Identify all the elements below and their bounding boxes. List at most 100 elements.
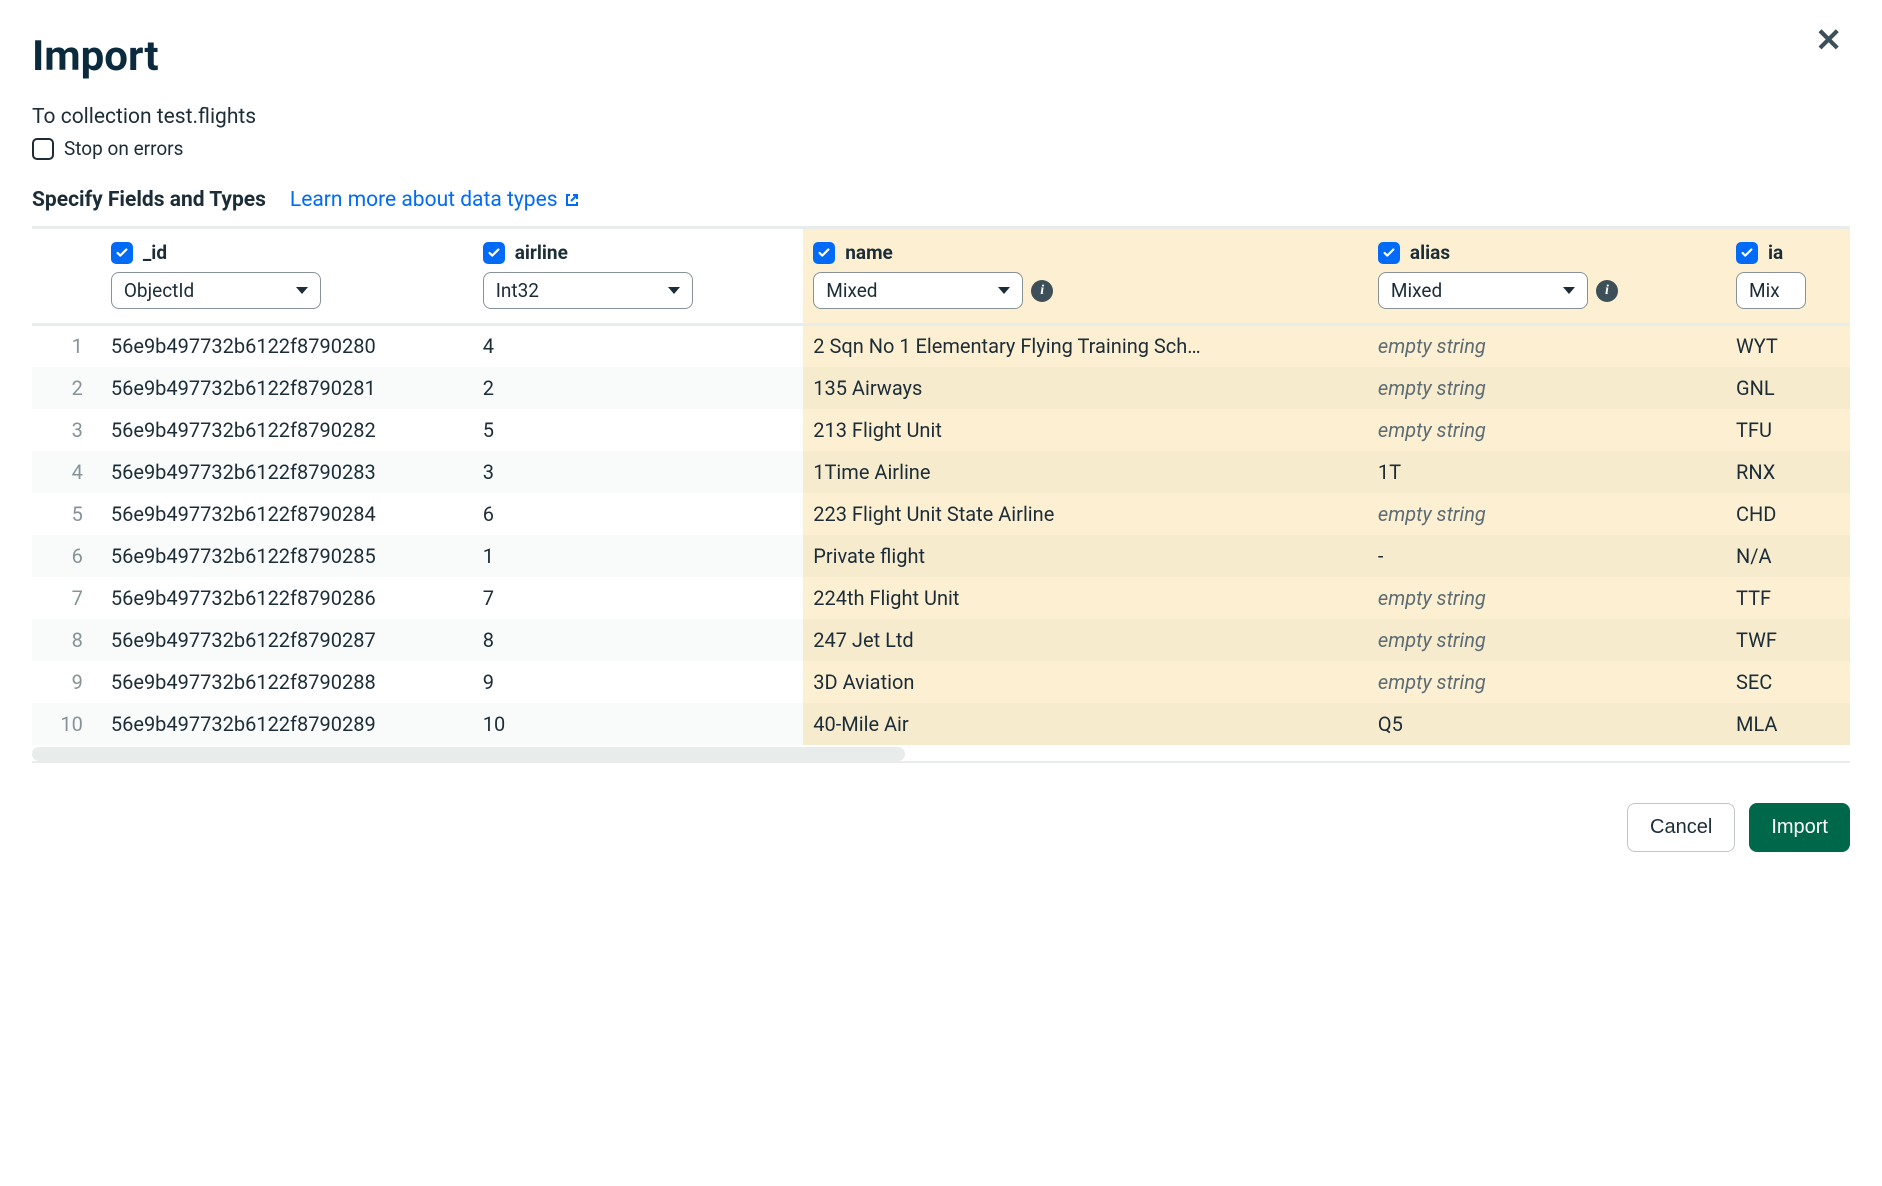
cell-alias: - bbox=[1368, 535, 1726, 577]
empty-string-label: empty string bbox=[1378, 502, 1486, 526]
horizontal-scrollbar[interactable] bbox=[32, 747, 1850, 761]
cell-id: 56e9b497732b6122f8790283 bbox=[101, 451, 473, 493]
cell-name: 224th Flight Unit bbox=[803, 577, 1368, 619]
header-alias: alias Mixed i bbox=[1368, 229, 1726, 325]
type-select[interactable]: Mixed bbox=[813, 272, 1023, 309]
cell-name: 2 Sqn No 1 Elementary Flying Training Sc… bbox=[803, 325, 1368, 367]
column-name: ia bbox=[1768, 241, 1783, 264]
cell-iata: N/A bbox=[1726, 535, 1850, 577]
cell-iata: GNL bbox=[1726, 367, 1850, 409]
dialog-title: Import bbox=[32, 32, 1850, 81]
import-button[interactable]: Import bbox=[1749, 803, 1850, 852]
cell-rownum: 4 bbox=[32, 451, 101, 493]
column-name: airline bbox=[515, 241, 568, 264]
cell-airline: 2 bbox=[473, 367, 804, 409]
scrollbar-thumb[interactable] bbox=[32, 747, 905, 761]
type-select[interactable]: ObjectId bbox=[111, 272, 321, 309]
column-name: _id bbox=[143, 241, 167, 264]
type-select[interactable]: Int32 bbox=[483, 272, 693, 309]
cell-alias: empty string bbox=[1368, 409, 1726, 451]
chevron-down-icon bbox=[998, 287, 1010, 294]
cell-airline: 10 bbox=[473, 703, 804, 745]
empty-string-label: empty string bbox=[1378, 586, 1486, 610]
cell-alias: empty string bbox=[1368, 619, 1726, 661]
table-row: 456e9b497732b6122f879028331Time Airline1… bbox=[32, 451, 1850, 493]
cell-iata: RNX bbox=[1726, 451, 1850, 493]
preview-table-container: _idObjectId airlineInt32 nameMixedi alia… bbox=[32, 226, 1850, 763]
info-icon[interactable]: i bbox=[1596, 280, 1618, 302]
cell-id: 56e9b497732b6122f8790284 bbox=[101, 493, 473, 535]
learn-more-link[interactable]: Learn more about data types bbox=[290, 188, 580, 212]
column-name: alias bbox=[1410, 241, 1450, 264]
cell-id: 56e9b497732b6122f8790281 bbox=[101, 367, 473, 409]
type-value: ObjectId bbox=[124, 279, 194, 302]
column-checkbox[interactable] bbox=[111, 242, 133, 264]
cell-alias: empty string bbox=[1368, 325, 1726, 367]
learn-more-text: Learn more about data types bbox=[290, 188, 558, 212]
table-row: 156e9b497732b6122f879028042 Sqn No 1 Ele… bbox=[32, 325, 1850, 367]
import-dialog: ✕ Import To collection test.flights Stop… bbox=[32, 32, 1850, 852]
cell-id: 56e9b497732b6122f8790287 bbox=[101, 619, 473, 661]
cell-alias: empty string bbox=[1368, 493, 1726, 535]
cell-rownum: 7 bbox=[32, 577, 101, 619]
cell-iata: TWF bbox=[1726, 619, 1850, 661]
cell-rownum: 6 bbox=[32, 535, 101, 577]
cell-name: 213 Flight Unit bbox=[803, 409, 1368, 451]
column-checkbox[interactable] bbox=[813, 242, 835, 264]
table-row: 956e9b497732b6122f879028893D Aviationemp… bbox=[32, 661, 1850, 703]
header-rownum bbox=[32, 229, 101, 325]
cell-name: 135 Airways bbox=[803, 367, 1368, 409]
cell-name: 247 Jet Ltd bbox=[803, 619, 1368, 661]
header-id: _id ObjectId bbox=[101, 229, 473, 325]
header-iata: ia Mix bbox=[1726, 229, 1850, 325]
info-icon[interactable]: i bbox=[1031, 280, 1053, 302]
type-value: Mixed bbox=[1391, 279, 1442, 302]
cell-airline: 5 bbox=[473, 409, 804, 451]
cell-alias: empty string bbox=[1368, 577, 1726, 619]
table-row: 1056e9b497732b6122f87902891040-Mile AirQ… bbox=[32, 703, 1850, 745]
empty-string-label: empty string bbox=[1378, 670, 1486, 694]
column-checkbox[interactable] bbox=[1378, 242, 1400, 264]
column-checkbox[interactable] bbox=[483, 242, 505, 264]
cell-name: 3D Aviation bbox=[803, 661, 1368, 703]
chevron-down-icon bbox=[296, 287, 308, 294]
empty-string-label: empty string bbox=[1378, 334, 1486, 358]
cell-rownum: 8 bbox=[32, 619, 101, 661]
table-row: 756e9b497732b6122f87902867224th Flight U… bbox=[32, 577, 1850, 619]
dialog-footer: Cancel Import bbox=[32, 803, 1850, 852]
type-select[interactable]: Mix bbox=[1736, 272, 1806, 309]
chevron-down-icon bbox=[1563, 287, 1575, 294]
table-body: 156e9b497732b6122f879028042 Sqn No 1 Ele… bbox=[32, 325, 1850, 745]
cell-name: 223 Flight Unit State Airline bbox=[803, 493, 1368, 535]
table-row: 556e9b497732b6122f87902846223 Flight Uni… bbox=[32, 493, 1850, 535]
empty-string-label: empty string bbox=[1378, 628, 1486, 652]
close-icon[interactable]: ✕ bbox=[1815, 24, 1842, 56]
table-header-row: _idObjectId airlineInt32 nameMixedi alia… bbox=[32, 229, 1850, 325]
cell-name: Private flight bbox=[803, 535, 1368, 577]
cell-rownum: 2 bbox=[32, 367, 101, 409]
section-header: Specify Fields and Types Learn more abou… bbox=[32, 188, 1850, 212]
type-value: Int32 bbox=[496, 279, 539, 302]
column-checkbox[interactable] bbox=[1736, 242, 1758, 264]
cell-iata: SEC bbox=[1726, 661, 1850, 703]
stop-on-errors-checkbox[interactable] bbox=[32, 138, 54, 160]
table-row: 656e9b497732b6122f87902851Private flight… bbox=[32, 535, 1850, 577]
cell-iata: TFU bbox=[1726, 409, 1850, 451]
cell-id: 56e9b497732b6122f8790286 bbox=[101, 577, 473, 619]
column-name: name bbox=[845, 241, 893, 264]
cell-iata: CHD bbox=[1726, 493, 1850, 535]
cell-alias: empty string bbox=[1368, 661, 1726, 703]
table-row: 356e9b497732b6122f87902825213 Flight Uni… bbox=[32, 409, 1850, 451]
type-select[interactable]: Mixed bbox=[1378, 272, 1588, 309]
cell-alias: empty string bbox=[1368, 367, 1726, 409]
table-row: 256e9b497732b6122f87902812135 Airwaysemp… bbox=[32, 367, 1850, 409]
cell-rownum: 1 bbox=[32, 325, 101, 367]
type-value: Mix bbox=[1749, 279, 1780, 302]
section-title: Specify Fields and Types bbox=[32, 188, 266, 212]
header-name: name Mixedi bbox=[803, 229, 1368, 325]
cell-airline: 3 bbox=[473, 451, 804, 493]
collection-subtitle: To collection test.flights bbox=[32, 105, 1850, 129]
cancel-button[interactable]: Cancel bbox=[1627, 803, 1735, 852]
chevron-down-icon bbox=[668, 287, 680, 294]
empty-string-label: empty string bbox=[1378, 376, 1486, 400]
